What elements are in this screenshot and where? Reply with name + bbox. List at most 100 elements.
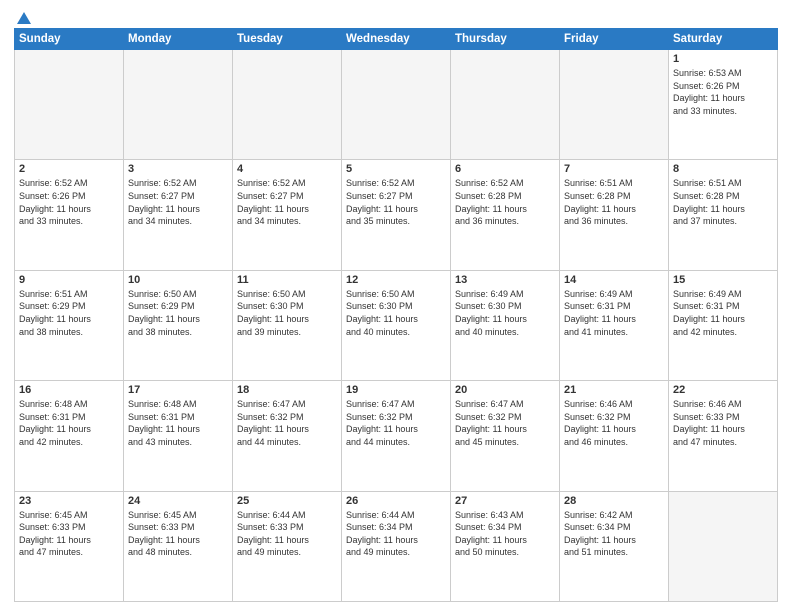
day-info: Sunrise: 6:43 AMSunset: 6:34 PMDaylight:… bbox=[455, 509, 555, 559]
day-cell bbox=[560, 50, 669, 160]
day-cell bbox=[15, 50, 124, 160]
day-cell bbox=[233, 50, 342, 160]
day-cell: 1 Sunrise: 6:53 AMSunset: 6:26 PMDaylight… bbox=[669, 50, 778, 160]
week-row-3: 9 Sunrise: 6:51 AMSunset: 6:29 PMDaylight… bbox=[15, 270, 778, 380]
day-cell bbox=[124, 50, 233, 160]
day-cell: 6 Sunrise: 6:52 AMSunset: 6:28 PMDaylight… bbox=[451, 160, 560, 270]
day-number: 15 bbox=[673, 274, 773, 286]
day-cell: 28 Sunrise: 6:42 AMSunset: 6:34 PMDayligh… bbox=[560, 491, 669, 601]
day-cell: 20Sunrise: 6:47 AMSunset: 6:32 PMDayligh… bbox=[451, 381, 560, 491]
day-info: Sunrise: 6:52 AMSunset: 6:26 PMDaylight:… bbox=[19, 177, 119, 227]
logo-icon bbox=[15, 10, 33, 28]
day-info: Sunrise: 6:45 AMSunset: 6:33 PMDaylight:… bbox=[128, 509, 228, 559]
week-row-1: 1 Sunrise: 6:53 AMSunset: 6:26 PMDaylight… bbox=[15, 50, 778, 160]
day-number: 4 bbox=[237, 163, 337, 175]
day-info: Sunrise: 6:50 AMSunset: 6:30 PMDaylight:… bbox=[237, 288, 337, 338]
day-info: Sunrise: 6:52 AMSunset: 6:28 PMDaylight:… bbox=[455, 177, 555, 227]
day-cell: 17 Sunrise: 6:48 AMSunset: 6:31 PMDayligh… bbox=[124, 381, 233, 491]
day-info: Sunrise: 6:52 AMSunset: 6:27 PMDaylight:… bbox=[237, 177, 337, 227]
day-info: Sunrise: 6:49 AMSunset: 6:31 PMDaylight:… bbox=[564, 288, 664, 338]
day-info: Sunrise: 6:53 AMSunset: 6:26 PMDaylight:… bbox=[673, 67, 773, 117]
day-number: 10 bbox=[128, 274, 228, 286]
day-number: 24 bbox=[128, 495, 228, 507]
day-cell: 25 Sunrise: 6:44 AMSunset: 6:33 PMDayligh… bbox=[233, 491, 342, 601]
day-info: Sunrise: 6:47 AMSunset: 6:32 PMDaylight:… bbox=[237, 398, 337, 448]
day-number: 19 bbox=[346, 384, 446, 396]
day-number: 26 bbox=[346, 495, 446, 507]
day-number: 18 bbox=[237, 384, 337, 396]
day-number: 22 bbox=[673, 384, 773, 396]
day-number: 12 bbox=[346, 274, 446, 286]
day-info: Sunrise: 6:51 AMSunset: 6:29 PMDaylight:… bbox=[19, 288, 119, 338]
day-info: Sunrise: 6:52 AMSunset: 6:27 PMDaylight:… bbox=[128, 177, 228, 227]
day-cell: 22 Sunrise: 6:46 AMSunset: 6:33 PMDayligh… bbox=[669, 381, 778, 491]
day-info: Sunrise: 6:46 AMSunset: 6:32 PMDaylight:… bbox=[564, 398, 664, 448]
day-info: Sunrise: 6:45 AMSunset: 6:33 PMDaylight:… bbox=[19, 509, 119, 559]
day-info: Sunrise: 6:52 AMSunset: 6:27 PMDaylight:… bbox=[346, 177, 446, 227]
day-number: 21 bbox=[564, 384, 664, 396]
day-number: 11 bbox=[237, 274, 337, 286]
day-cell: 11 Sunrise: 6:50 AMSunset: 6:30 PMDayligh… bbox=[233, 270, 342, 380]
day-info: Sunrise: 6:42 AMSunset: 6:34 PMDaylight:… bbox=[564, 509, 664, 559]
day-cell bbox=[451, 50, 560, 160]
day-cell: 7Sunrise: 6:51 AMSunset: 6:28 PMDaylight… bbox=[560, 160, 669, 270]
weekday-saturday: Saturday bbox=[669, 29, 778, 50]
day-number: 23 bbox=[19, 495, 119, 507]
weekday-tuesday: Tuesday bbox=[233, 29, 342, 50]
day-info: Sunrise: 6:47 AMSunset: 6:32 PMDaylight:… bbox=[346, 398, 446, 448]
day-number: 6 bbox=[455, 163, 555, 175]
day-info: Sunrise: 6:48 AMSunset: 6:31 PMDaylight:… bbox=[128, 398, 228, 448]
weekday-friday: Friday bbox=[560, 29, 669, 50]
day-info: Sunrise: 6:50 AMSunset: 6:29 PMDaylight:… bbox=[128, 288, 228, 338]
day-cell: 26 Sunrise: 6:44 AMSunset: 6:34 PMDayligh… bbox=[342, 491, 451, 601]
calendar-table: SundayMondayTuesdayWednesdayThursdayFrid… bbox=[14, 28, 778, 602]
week-row-5: 23 Sunrise: 6:45 AMSunset: 6:33 PMDayligh… bbox=[15, 491, 778, 601]
day-info: Sunrise: 6:51 AMSunset: 6:28 PMDaylight:… bbox=[673, 177, 773, 227]
day-number: 25 bbox=[237, 495, 337, 507]
day-cell: 10 Sunrise: 6:50 AMSunset: 6:29 PMDayligh… bbox=[124, 270, 233, 380]
day-cell: 2Sunrise: 6:52 AMSunset: 6:26 PMDaylight… bbox=[15, 160, 124, 270]
day-cell: 21 Sunrise: 6:46 AMSunset: 6:32 PMDayligh… bbox=[560, 381, 669, 491]
day-number: 17 bbox=[128, 384, 228, 396]
day-cell: 3 Sunrise: 6:52 AMSunset: 6:27 PMDaylight… bbox=[124, 160, 233, 270]
day-cell: 12 Sunrise: 6:50 AMSunset: 6:30 PMDayligh… bbox=[342, 270, 451, 380]
day-number: 28 bbox=[564, 495, 664, 507]
page: SundayMondayTuesdayWednesdayThursdayFrid… bbox=[0, 0, 792, 612]
day-cell: 18 Sunrise: 6:47 AMSunset: 6:32 PMDayligh… bbox=[233, 381, 342, 491]
day-cell bbox=[342, 50, 451, 160]
day-cell: 8 Sunrise: 6:51 AMSunset: 6:28 PMDaylight… bbox=[669, 160, 778, 270]
day-number: 13 bbox=[455, 274, 555, 286]
day-info: Sunrise: 6:46 AMSunset: 6:33 PMDaylight:… bbox=[673, 398, 773, 448]
day-number: 8 bbox=[673, 163, 773, 175]
day-cell: 13 Sunrise: 6:49 AMSunset: 6:30 PMDayligh… bbox=[451, 270, 560, 380]
day-info: Sunrise: 6:49 AMSunset: 6:31 PMDaylight:… bbox=[673, 288, 773, 338]
weekday-header-row: SundayMondayTuesdayWednesdayThursdayFrid… bbox=[15, 29, 778, 50]
day-number: 3 bbox=[128, 163, 228, 175]
day-cell: 4 Sunrise: 6:52 AMSunset: 6:27 PMDaylight… bbox=[233, 160, 342, 270]
day-cell: 27 Sunrise: 6:43 AMSunset: 6:34 PMDayligh… bbox=[451, 491, 560, 601]
weekday-wednesday: Wednesday bbox=[342, 29, 451, 50]
day-cell: 16Sunrise: 6:48 AMSunset: 6:31 PMDayligh… bbox=[15, 381, 124, 491]
week-row-4: 16Sunrise: 6:48 AMSunset: 6:31 PMDayligh… bbox=[15, 381, 778, 491]
day-info: Sunrise: 6:50 AMSunset: 6:30 PMDaylight:… bbox=[346, 288, 446, 338]
logo bbox=[14, 10, 33, 22]
day-info: Sunrise: 6:49 AMSunset: 6:30 PMDaylight:… bbox=[455, 288, 555, 338]
day-number: 20 bbox=[455, 384, 555, 396]
day-cell: 15 Sunrise: 6:49 AMSunset: 6:31 PMDayligh… bbox=[669, 270, 778, 380]
day-number: 14 bbox=[564, 274, 664, 286]
weekday-monday: Monday bbox=[124, 29, 233, 50]
day-number: 5 bbox=[346, 163, 446, 175]
day-cell: 9 Sunrise: 6:51 AMSunset: 6:29 PMDaylight… bbox=[15, 270, 124, 380]
day-cell: 5 Sunrise: 6:52 AMSunset: 6:27 PMDaylight… bbox=[342, 160, 451, 270]
day-cell: 19 Sunrise: 6:47 AMSunset: 6:32 PMDayligh… bbox=[342, 381, 451, 491]
weekday-thursday: Thursday bbox=[451, 29, 560, 50]
day-number: 9 bbox=[19, 274, 119, 286]
day-info: Sunrise: 6:44 AMSunset: 6:33 PMDaylight:… bbox=[237, 509, 337, 559]
week-row-2: 2Sunrise: 6:52 AMSunset: 6:26 PMDaylight… bbox=[15, 160, 778, 270]
weekday-sunday: Sunday bbox=[15, 29, 124, 50]
day-info: Sunrise: 6:51 AMSunset: 6:28 PMDaylight:… bbox=[564, 177, 664, 227]
day-cell: 24 Sunrise: 6:45 AMSunset: 6:33 PMDayligh… bbox=[124, 491, 233, 601]
day-number: 27 bbox=[455, 495, 555, 507]
day-info: Sunrise: 6:44 AMSunset: 6:34 PMDaylight:… bbox=[346, 509, 446, 559]
day-number: 1 bbox=[673, 53, 773, 65]
